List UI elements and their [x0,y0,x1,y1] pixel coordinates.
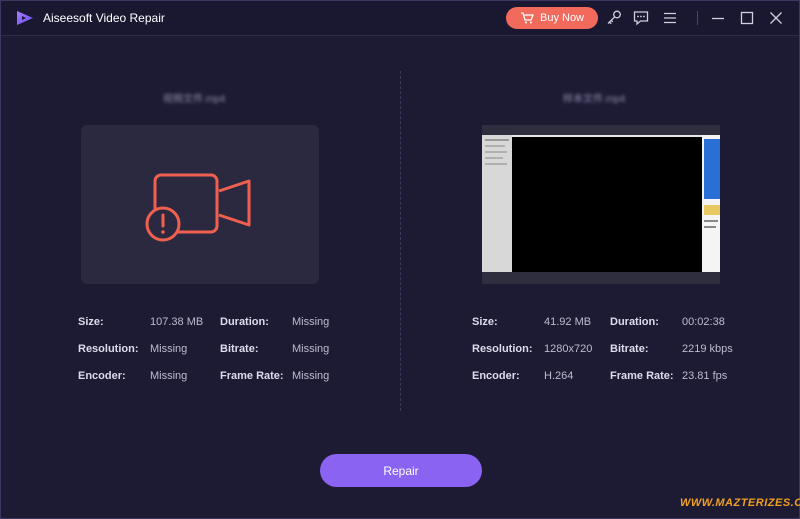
size-value: 107.38 MB [150,316,204,328]
panel-divider [400,71,401,411]
bitrate-label: Bitrate: [220,343,259,355]
resolution-value: 1280x720 [544,343,593,355]
feedback-icon[interactable] [632,9,650,27]
duration-value: 00:02:38 [682,316,725,328]
app-logo-icon [17,11,33,25]
frame-rate-value: Missing [292,370,330,382]
size-value: 41.92 MB [544,316,592,328]
bitrate-label: Bitrate: [610,343,649,355]
frame-rate-value: 23.81 fps [682,370,728,382]
title-bar: Aiseesoft Video Repair Buy Now [1,1,799,36]
video-frame-preview [482,125,720,284]
corrupted-file-name: 视频文件.mp4 [163,94,226,105]
maximize-icon[interactable] [738,9,756,27]
frame-rate-label: Frame Rate: [220,370,284,382]
bitrate-value: 2219 kbps [682,343,733,355]
encoder-value: Missing [150,370,188,382]
watermark: WWW.MAZTERIZES.COM [680,497,800,509]
repair-button[interactable]: Repair [320,454,482,487]
cart-icon [520,12,534,24]
encoder-value: H.264 [544,370,574,382]
close-icon[interactable] [767,9,785,27]
encoder-label: Encoder: [472,370,520,382]
buy-now-button[interactable]: Buy Now [506,7,598,29]
duration-value: Missing [292,316,330,328]
key-icon[interactable] [605,9,623,27]
resolution-label: Resolution: [472,343,533,355]
duration-label: Duration: [220,316,269,328]
duration-label: Duration: [610,316,659,328]
size-label: Size: [78,316,104,328]
app-title: Aiseesoft Video Repair [43,11,165,25]
sample-file-name: 样本文件.mp4 [563,94,626,105]
buy-now-label: Buy Now [539,12,585,24]
frame-rate-label: Frame Rate: [610,370,674,382]
corrupted-video-thumbnail [81,125,319,284]
size-label: Size: [472,316,498,328]
video-error-icon [145,173,251,242]
resolution-label: Resolution: [78,343,139,355]
titlebar-separator [697,11,698,25]
sample-video-thumbnail [482,125,720,284]
resolution-value: Missing [150,343,188,355]
app-window: Aiseesoft Video Repair Buy Now 视频文件.mp4 … [0,0,800,519]
minimize-icon[interactable] [709,9,727,27]
menu-icon[interactable] [661,9,679,27]
bitrate-value: Missing [292,343,330,355]
encoder-label: Encoder: [78,370,126,382]
